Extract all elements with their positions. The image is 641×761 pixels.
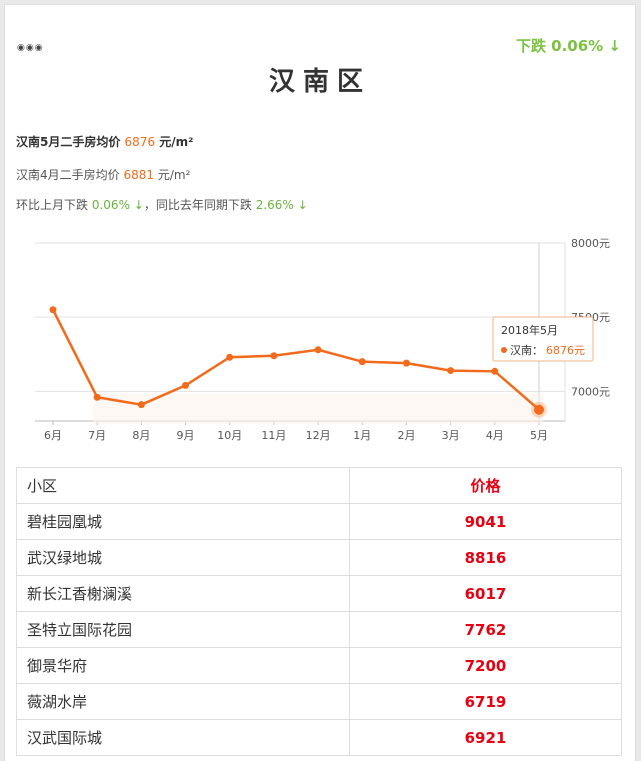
community-price: 6017	[349, 575, 622, 612]
data-point	[49, 306, 57, 314]
data-point	[182, 381, 190, 389]
community-name: 武汉绿地城	[16, 539, 350, 576]
x-tick-label: 3月	[442, 429, 460, 442]
active-point	[534, 404, 544, 415]
previous-month-price: 汉南4月二手房均价 6881 元/m²	[16, 168, 191, 182]
y-tick-label: 7000元	[571, 385, 610, 398]
y-tick-label: 8000元	[571, 237, 610, 250]
data-point	[491, 367, 499, 375]
table-row[interactable]: 薇湖水岸 6719	[16, 683, 622, 720]
tooltip-title: 2018年5月	[501, 323, 558, 337]
column-header-price: 价格	[349, 467, 622, 504]
table-row[interactable]: 汉武国际城 6921	[16, 719, 622, 756]
community-name: 圣特立国际花园	[16, 611, 350, 648]
table-row[interactable]: 武汉绿地城 8816	[16, 539, 622, 576]
column-header-community: 小区	[16, 467, 350, 504]
data-point	[137, 401, 145, 409]
community-price: 6719	[349, 683, 622, 720]
x-tick-label: 8月	[132, 429, 150, 442]
x-tick-label: 7月	[88, 429, 106, 442]
current-month-price: 汉南5月二手房均价 6876 元/m²	[16, 135, 194, 149]
x-tick-label: 10月	[217, 429, 242, 442]
x-tick-label: 5月	[530, 429, 548, 442]
x-tick-label: 2月	[397, 429, 415, 442]
x-tick-label: 6月	[44, 429, 62, 442]
data-point	[358, 358, 366, 366]
price-line-chart[interactable]: 8000元7500元7000元6月7月8月9月10月11月12月1月2月3月4月…	[5, 229, 636, 451]
community-price: 8816	[349, 539, 622, 576]
table-row[interactable]: 御景华府 7200	[16, 647, 622, 684]
data-point	[226, 353, 234, 361]
community-name: 薇湖水岸	[16, 683, 350, 720]
community-price: 6921	[349, 719, 622, 756]
community-name: 御景华府	[16, 647, 350, 684]
table-row[interactable]: 碧桂园凰城 9041	[16, 503, 622, 540]
city-price-card: ◉◉◉ 下跌 0.06% ↓ 汉南区 汉南5月二手房均价 6876 元/m² 汉…	[4, 4, 636, 761]
table-row[interactable]: 新长江香榭澜溪 6017	[16, 575, 622, 612]
tooltip-marker	[501, 347, 507, 353]
community-price-table: 小区 价格 碧桂园凰城 9041 武汉绿地城 8816 新长江香榭澜溪 6017 圣特立国际…	[16, 467, 622, 756]
x-tick-label: 11月	[261, 429, 286, 442]
data-point	[447, 367, 455, 375]
price-change-summary: 环比上月下跌 0.06% ↓，同比去年同期下跌 2.66% ↓	[16, 198, 308, 212]
x-tick-label: 4月	[486, 429, 504, 442]
x-tick-label: 12月	[306, 429, 331, 442]
x-tick-label: 1月	[353, 429, 371, 442]
trend-badge: 下跌 0.06% ↓	[515, 37, 621, 55]
table-row[interactable]: 圣特立国际花园 7762	[16, 611, 622, 648]
community-price: 7762	[349, 611, 622, 648]
data-point	[402, 359, 410, 367]
community-name: 新长江香榭澜溪	[16, 575, 350, 612]
x-tick-label: 9月	[177, 429, 195, 442]
community-price: 7200	[349, 647, 622, 684]
data-point	[93, 393, 101, 401]
highlight-band	[93, 393, 543, 424]
data-point	[314, 346, 322, 354]
tooltip-value: 6876元	[546, 344, 585, 357]
more-dots-icon[interactable]: ◉◉◉	[17, 43, 44, 53]
community-name: 汉武国际城	[16, 719, 350, 756]
tooltip-label: 汉南：	[510, 344, 543, 357]
district-title: 汉南区	[268, 67, 371, 97]
community-price: 9041	[349, 503, 622, 540]
data-point	[270, 352, 278, 360]
community-name: 碧桂园凰城	[16, 503, 350, 540]
table-header-row: 小区 价格	[16, 467, 622, 504]
